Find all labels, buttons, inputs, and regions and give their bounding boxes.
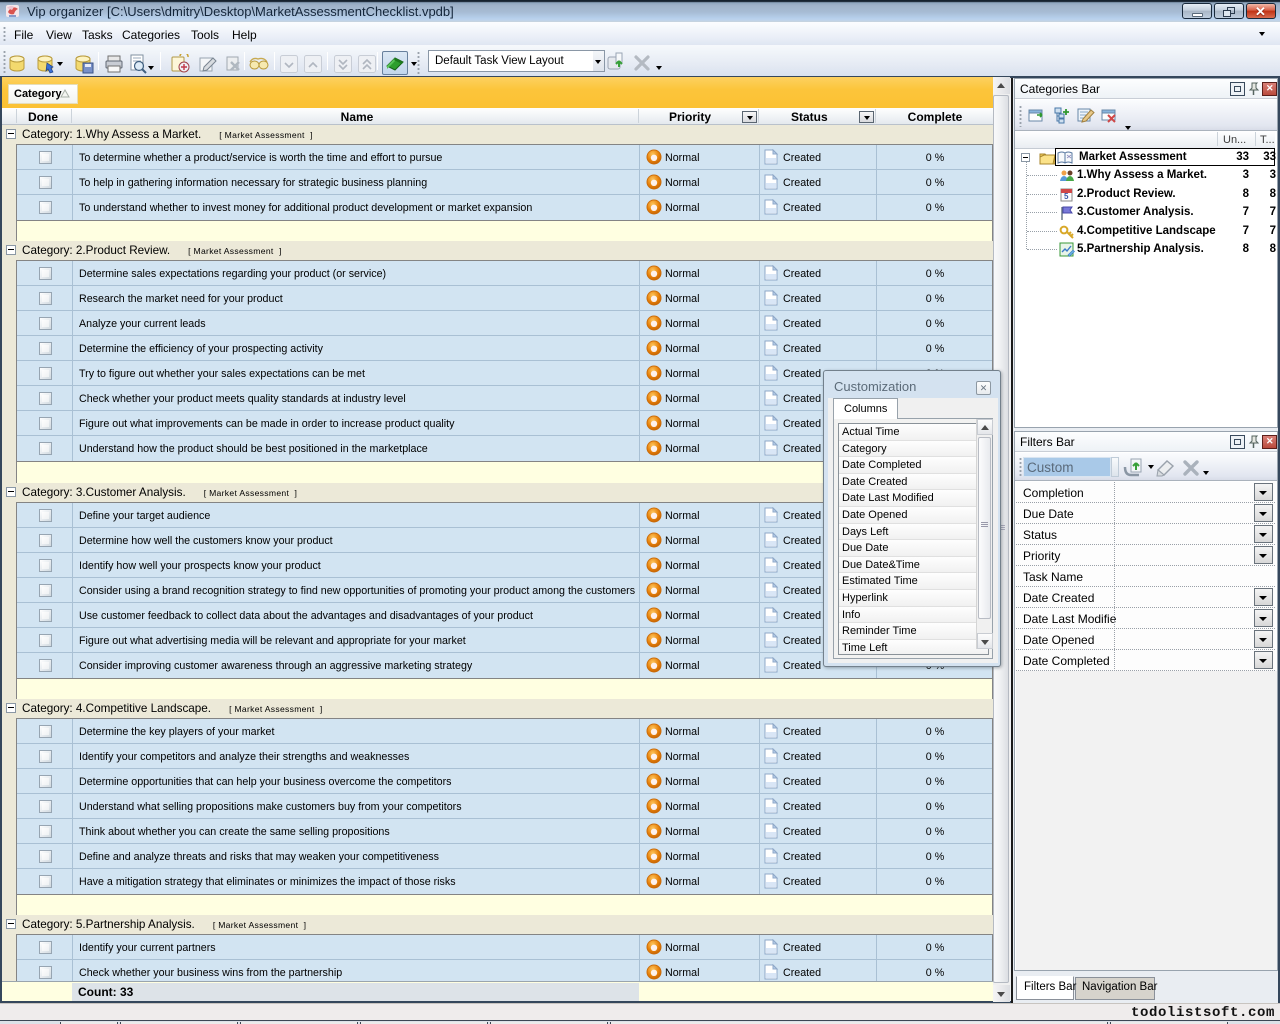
- svg-text:5: 5: [1064, 192, 1069, 201]
